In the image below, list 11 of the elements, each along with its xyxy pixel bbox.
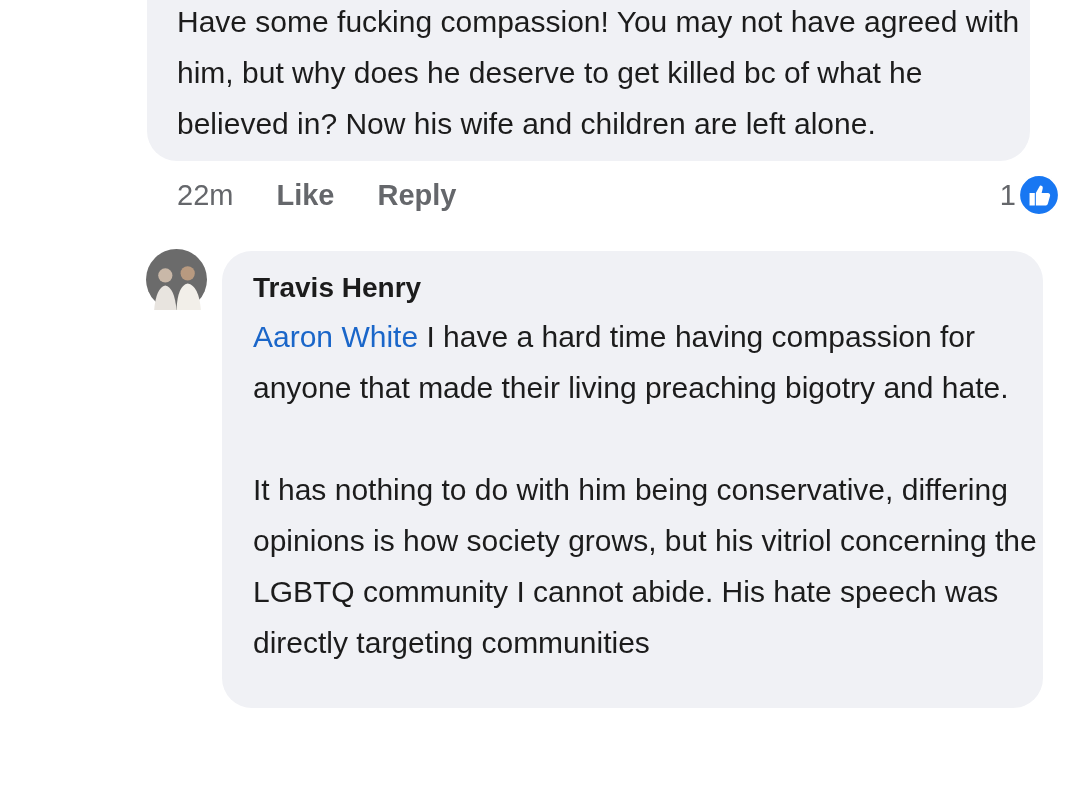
mention-link[interactable]: Aaron White bbox=[253, 320, 419, 353]
like-link[interactable]: Like bbox=[276, 178, 335, 212]
comment-text: Aaron White I have a hard time having compassion for anyone that made their living preaching bigotry and hate. bbox=[253, 319, 1010, 406]
reply-link[interactable]: Reply bbox=[377, 178, 457, 212]
thumbs-up-icon bbox=[1018, 174, 1060, 216]
comment-text: It has nothing to do with him being conservative, differing opinions is how society grows, but his vitriol concerning the LGBTQ community I cannot abide. His hate speech was directly targeting communities bbox=[253, 472, 1038, 661]
author-name[interactable]: Travis Henry bbox=[253, 271, 1043, 305]
avatar[interactable] bbox=[146, 249, 207, 310]
comment-time: 22m bbox=[177, 178, 234, 212]
reaction-count: 1 bbox=[999, 178, 1016, 212]
comment-text: Have some fucking compassion! You may not have agreed with him, but why does he deserve to get killed bc of what he believed in? Now his wife and children are left alone. bbox=[177, 4, 1021, 142]
